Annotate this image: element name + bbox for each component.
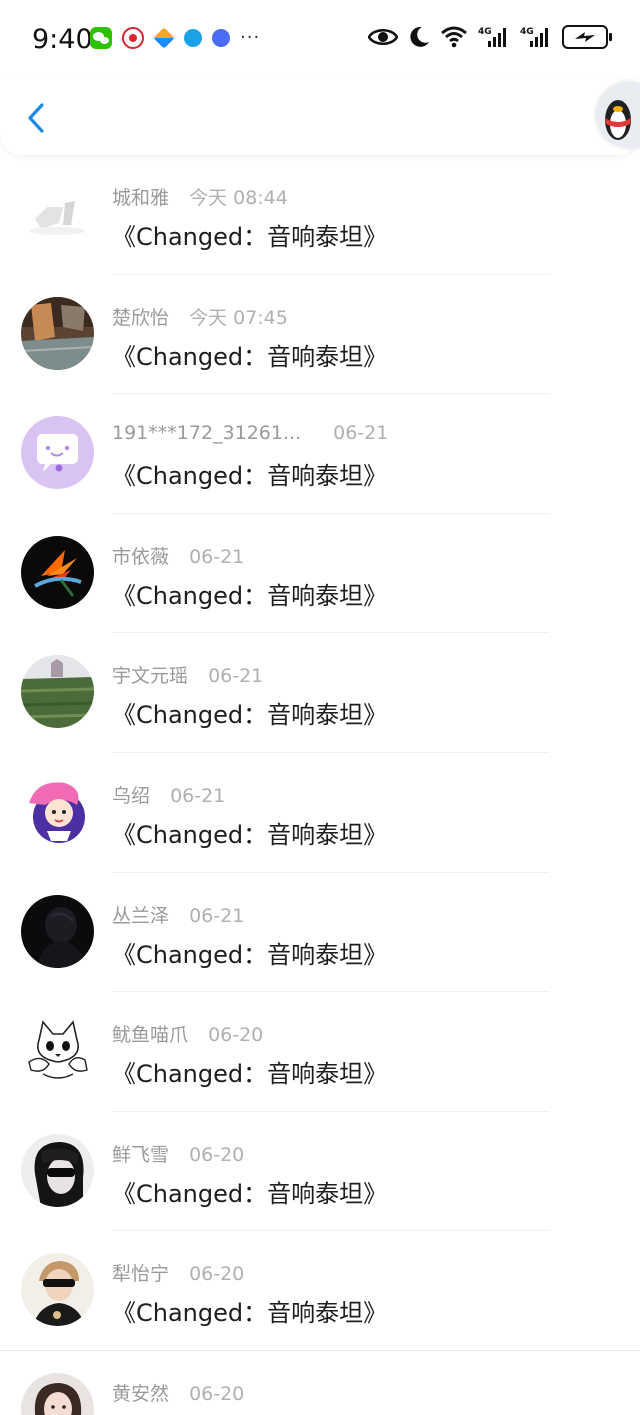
top-navigation-bar (0, 80, 640, 155)
sender-name: 楚欣怡 (112, 306, 170, 329)
message-content: 《Changed：音响泰坦》 (112, 820, 388, 849)
timestamp: 06-21 (170, 784, 226, 807)
item-meta: 乌绍 06-21 (112, 781, 225, 808)
system-icons: 4G 4G (368, 25, 612, 49)
message-content: 《Changed：音响泰坦》 (112, 1060, 388, 1089)
status-time: 9:40 (32, 24, 93, 55)
sender-name: 黄安然 (112, 1382, 170, 1405)
svg-text:4G: 4G (520, 27, 534, 37)
message-content: 《Changed：音响泰坦》 (112, 462, 388, 491)
sender-name: 鲜飞雪 (112, 1143, 170, 1166)
list-item[interactable]: 市依薇 06-21 《Changed：音响泰坦》 (0, 514, 640, 634)
signal-4g-icon: 4G (478, 27, 506, 47)
item-meta: 鱿鱼喵爪 06-20 (112, 1020, 263, 1047)
item-meta: 鲜飞雪 06-20 (112, 1140, 244, 1167)
message-content: 《Changed：音响泰坦》 (112, 581, 388, 610)
message-content: 《Changed：音响泰坦》 (112, 223, 388, 251)
avatar[interactable] (21, 894, 94, 968)
moon-icon (410, 26, 429, 47)
timestamp: 06-21 (333, 422, 389, 445)
more-notifications-icon: ··· (240, 27, 261, 48)
item-meta: 城和雅 今天 08:44 (112, 183, 288, 210)
item-meta: 市依薇 06-21 (112, 542, 244, 569)
list-item[interactable]: 鲜飞雪 06-20 《Changed：音响泰坦》 (0, 1112, 640, 1232)
message-content: 《Changed：音响泰坦》 (112, 1299, 388, 1328)
avatar[interactable] (21, 1372, 94, 1415)
sender-name: 丛兰泽 (112, 904, 170, 927)
timestamp: 06-20 (189, 1382, 245, 1405)
list-item[interactable]: 丛兰泽 06-21 《Changed：音响泰坦》 (0, 873, 640, 993)
avatar[interactable] (21, 774, 94, 848)
avatar[interactable] (21, 655, 94, 729)
browser-icon (184, 29, 202, 47)
timestamp: 06-20 (189, 1263, 245, 1286)
notification-icons: ··· (90, 27, 260, 49)
avatar[interactable] (21, 1133, 94, 1207)
signal-4g-icon: 4G (520, 27, 548, 47)
music-icon (212, 29, 230, 47)
timestamp: 06-21 (189, 545, 245, 568)
message-list: 城和雅 今天 08:44 《Changed：音响泰坦》 楚欣怡 今天 07:45… (0, 155, 640, 1415)
item-meta: 丛兰泽 06-21 (112, 901, 244, 928)
item-meta: 黄安然 06-20 (112, 1379, 244, 1406)
sender-name: 191***172_31261... (112, 422, 302, 445)
sender-name: 市依薇 (112, 545, 170, 568)
sender-name: 乌绍 (112, 784, 151, 807)
sender-name: 宇文元瑶 (112, 665, 189, 688)
list-item[interactable]: 乌绍 06-21 《Changed：音响泰坦》 (0, 753, 640, 873)
item-meta: 宇文元瑶 06-21 (112, 661, 263, 688)
list-item[interactable]: 城和雅 今天 08:44 《Changed：音响泰坦》 (0, 155, 640, 275)
avatar[interactable] (21, 416, 94, 490)
wifi-icon (441, 26, 467, 48)
item-meta: 191***172_31261... 06-21 (112, 422, 388, 444)
list-item[interactable]: 宇文元瑶 06-21 《Changed：音响泰坦》 (0, 633, 640, 753)
message-content: 《Changed：音响泰坦》 (112, 342, 388, 371)
timestamp: 06-20 (208, 1024, 264, 1047)
wechat-icon (90, 27, 112, 49)
battery-charging-icon (562, 25, 612, 49)
sender-name: 鱿鱼喵爪 (112, 1024, 189, 1047)
list-item[interactable]: 楚欣怡 今天 07:45 《Changed：音响泰坦》 (0, 275, 640, 395)
sender-name: 城和雅 (112, 187, 170, 209)
svg-text:4G: 4G (478, 27, 492, 37)
status-bar: 9:40 ··· 4G 4G (0, 0, 640, 80)
avatar[interactable] (21, 296, 94, 370)
list-item[interactable]: 191***172_31261... 06-21 《Changed：音响泰坦》 (0, 394, 640, 514)
timestamp: 今天 07:45 (189, 306, 288, 329)
message-content: 《Changed：音响泰坦》 (112, 701, 388, 730)
message-content: 《Changed：音响泰坦》 (112, 940, 388, 969)
avatar[interactable] (21, 177, 94, 250)
avatar[interactable] (21, 1253, 94, 1327)
shopping-618-icon (122, 27, 144, 49)
timestamp: 06-21 (189, 904, 245, 927)
back-button[interactable] (18, 98, 54, 138)
eye-icon (368, 28, 398, 46)
chevron-left-icon (28, 103, 44, 133)
navigation-icon (153, 27, 175, 49)
list-item[interactable]: 黄安然 06-20 (0, 1351, 640, 1415)
list-item[interactable]: 鱿鱼喵爪 06-20 《Changed：音响泰坦》 (0, 992, 640, 1112)
avatar[interactable] (21, 535, 94, 609)
timestamp: 今天 08:44 (189, 187, 288, 209)
qq-penguin-avatar[interactable] (596, 82, 640, 148)
timestamp: 06-21 (208, 665, 264, 688)
sender-name: 犁怡宁 (112, 1263, 170, 1286)
avatar[interactable] (21, 1014, 94, 1088)
timestamp: 06-20 (189, 1143, 245, 1166)
message-content: 《Changed：音响泰坦》 (112, 1179, 388, 1208)
item-meta: 犁怡宁 06-20 (112, 1259, 244, 1286)
item-meta: 楚欣怡 今天 07:45 (112, 303, 288, 330)
list-item[interactable]: 犁怡宁 06-20 《Changed：音响泰坦》 (0, 1231, 640, 1351)
